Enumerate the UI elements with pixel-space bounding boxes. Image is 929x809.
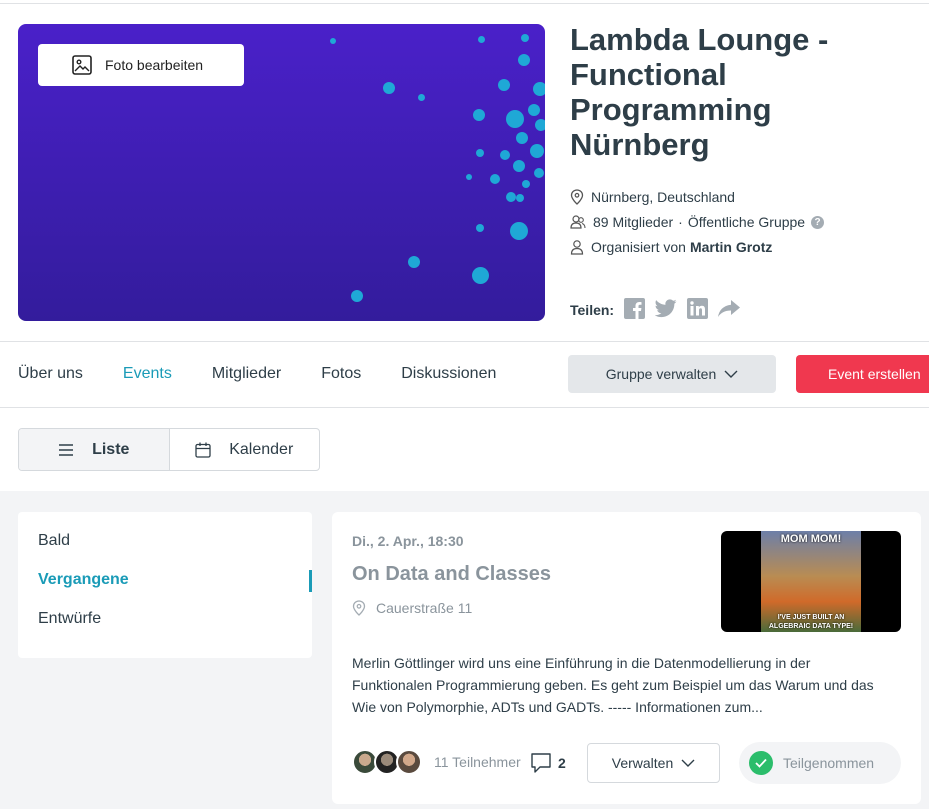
location-pin-icon	[570, 189, 584, 205]
calendar-view-label: Kalender	[229, 440, 294, 458]
nav-top-divider	[0, 341, 929, 342]
attendee-avatars[interactable]	[352, 749, 422, 775]
comment-icon	[531, 753, 551, 773]
group-organizer: Organisiert von Martin Grotz	[570, 239, 772, 255]
facebook-icon[interactable]	[624, 298, 646, 322]
event-manage-button[interactable]: Verwalten	[587, 743, 720, 783]
tab-about[interactable]: Über uns	[18, 365, 83, 383]
tab-discussions[interactable]: Diskussionen	[401, 365, 496, 383]
comment-count-value: 2	[558, 755, 566, 771]
check-icon	[749, 751, 773, 775]
chevron-down-icon	[681, 759, 695, 767]
help-icon[interactable]: ?	[811, 215, 825, 229]
group-location-text: Nürnberg, Deutschland	[591, 189, 735, 205]
list-view-button[interactable]: Liste	[19, 429, 170, 470]
group-members: 89 Mitglieder · Öffentliche Gruppe ?	[570, 214, 825, 230]
person-icon	[570, 240, 584, 255]
event-description: Merlin Göttlinger wird uns eine Einführu…	[352, 655, 874, 715]
members-icon	[570, 215, 586, 229]
event-image-caption-top: MOM MOM!	[780, 533, 842, 545]
filter-upcoming[interactable]: Bald	[38, 532, 70, 550]
list-icon	[59, 443, 74, 456]
tab-photos[interactable]: Fotos	[321, 365, 361, 383]
attended-status-label: Teilgenommen	[783, 755, 875, 771]
attended-status-badge: Teilgenommen	[739, 742, 901, 784]
event-card[interactable]: Di., 2. Apr., 18:30 On Data and Classes …	[332, 512, 921, 804]
chevron-down-icon	[724, 370, 738, 378]
twitter-icon[interactable]	[654, 299, 677, 321]
manage-group-label: Gruppe verwalten	[605, 366, 717, 382]
event-location: Cauerstraße 11	[352, 600, 472, 616]
tab-events[interactable]: Events	[123, 365, 172, 383]
group-location: Nürnberg, Deutschland	[570, 189, 735, 205]
filter-drafts[interactable]: Entwürfe	[38, 610, 101, 628]
create-event-label: Event erstellen	[828, 366, 921, 382]
group-banner-image: Foto bearbeiten	[18, 24, 545, 321]
event-manage-label: Verwalten	[611, 755, 674, 771]
event-title[interactable]: On Data and Classes	[352, 563, 551, 586]
event-filter-sidebar: Bald Vergangene Entwürfe	[18, 512, 312, 658]
location-pin-icon	[352, 600, 366, 616]
tab-members[interactable]: Mitglieder	[212, 365, 281, 383]
linkedin-icon[interactable]	[687, 298, 709, 322]
calendar-icon	[195, 442, 211, 458]
event-image-caption-bottom: I'VE JUST BUILT AN ALGEBRAIC DATA TYPE!	[768, 614, 854, 630]
comment-count[interactable]: 2	[530, 752, 566, 774]
organizer-name[interactable]: Martin Grotz	[690, 239, 772, 255]
top-divider	[0, 3, 929, 4]
group-title: Lambda Lounge - Functional Programming N…	[570, 22, 829, 162]
organizer-prefix: Organisiert von	[591, 239, 686, 255]
group-type: Öffentliche Gruppe	[687, 214, 806, 230]
manage-group-button[interactable]: Gruppe verwalten	[568, 355, 776, 393]
active-filter-indicator	[309, 570, 312, 592]
attendee-count[interactable]: 11 Teilnehmer	[434, 754, 521, 770]
edit-photo-button[interactable]: Foto bearbeiten	[38, 44, 244, 86]
meta-separator: ·	[678, 214, 683, 230]
event-location-text: Cauerstraße 11	[376, 600, 473, 616]
event-date: Di., 2. Apr., 18:30	[352, 533, 464, 549]
create-event-button[interactable]: Event erstellen	[796, 355, 929, 393]
image-icon	[72, 55, 92, 78]
group-nav-tabs: Über uns Events Mitglieder Fotos Diskuss…	[18, 365, 536, 383]
avatar	[396, 749, 422, 775]
calendar-view-button[interactable]: Kalender	[170, 429, 320, 470]
list-view-label: Liste	[92, 440, 130, 458]
edit-photo-label: Foto bearbeiten	[105, 57, 204, 73]
view-toggle: Liste Kalender	[18, 428, 320, 471]
event-image[interactable]: MOM MOM! I'VE JUST BUILT AN ALGEBRAIC DA…	[721, 531, 901, 632]
nav-bottom-divider	[0, 407, 929, 408]
share-arrow-icon[interactable]	[718, 299, 741, 321]
share-row: Teilen:	[570, 298, 741, 322]
share-label: Teilen:	[570, 302, 615, 318]
members-count[interactable]: 89 Mitglieder	[593, 214, 673, 230]
filter-past[interactable]: Vergangene	[38, 571, 129, 589]
